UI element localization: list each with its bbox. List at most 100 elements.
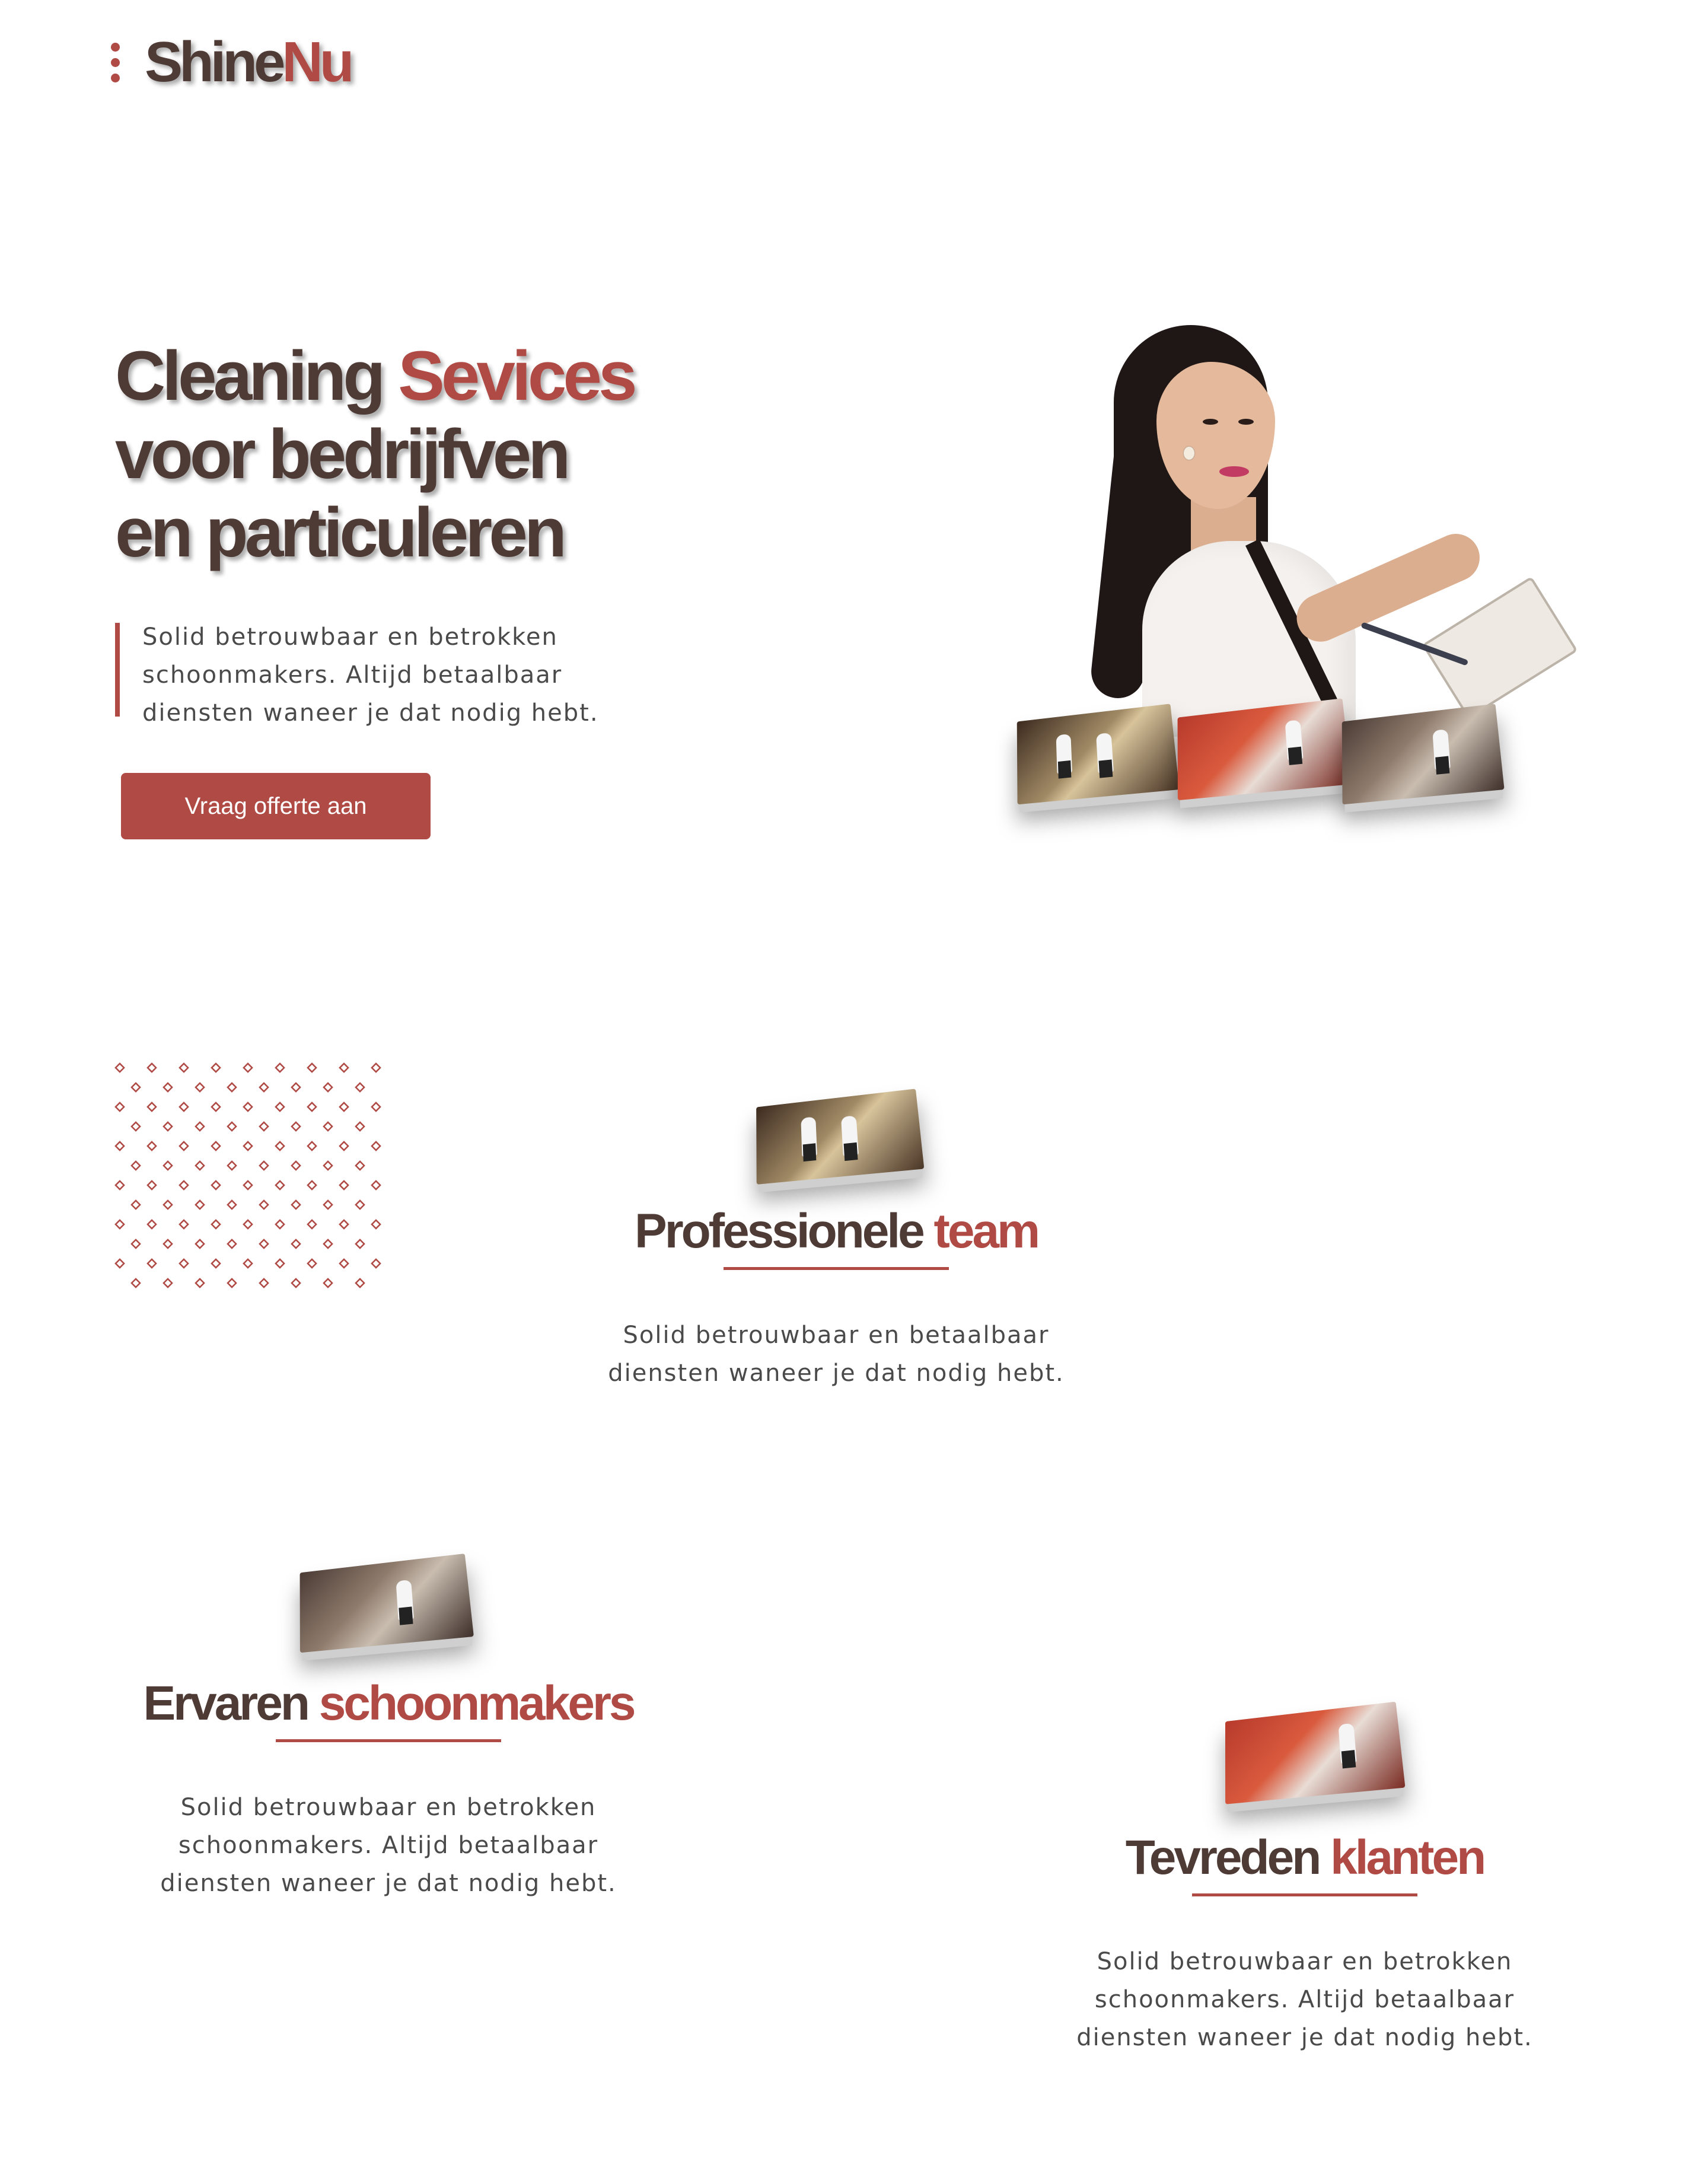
feature-photo-team — [756, 1088, 925, 1185]
pattern-dot — [371, 1180, 381, 1191]
pattern-dot — [179, 1258, 189, 1269]
pattern-dot — [307, 1258, 317, 1269]
pattern-dot — [243, 1180, 253, 1191]
pattern-dot — [355, 1121, 365, 1132]
pattern-dot — [371, 1219, 381, 1230]
pattern-dot — [339, 1102, 349, 1112]
pattern-dot — [275, 1062, 285, 1073]
pattern-dot — [146, 1062, 157, 1073]
hero-title-word-services: Sevices — [398, 337, 638, 415]
pattern-dot — [355, 1199, 365, 1210]
pattern-dot — [162, 1278, 173, 1288]
pattern-dot — [114, 1219, 125, 1230]
pattern-dot — [195, 1278, 205, 1288]
pattern-dot — [323, 1278, 333, 1288]
feature-title-underline — [1192, 1893, 1417, 1896]
pattern-dot — [259, 1121, 269, 1132]
pattern-dot — [259, 1278, 269, 1288]
pattern-dot — [307, 1062, 317, 1073]
pattern-dot — [275, 1258, 285, 1269]
hero-title-word-cleaning: Cleaning — [115, 337, 399, 415]
hero-intro-line: schoonmakers. Altijd betaalbaar — [142, 661, 563, 689]
hero-title-line-3: en particuleren — [115, 494, 567, 572]
feature-title-underline — [724, 1267, 949, 1270]
pattern-dot — [130, 1082, 141, 1093]
pattern-dot — [179, 1219, 189, 1230]
pattern-dot — [243, 1141, 253, 1151]
pattern-dot — [259, 1199, 269, 1210]
pattern-dot — [146, 1102, 157, 1112]
pattern-dot — [146, 1219, 157, 1230]
pattern-dot — [114, 1180, 125, 1191]
pattern-dot — [114, 1258, 125, 1269]
feature-title: Ervaren schoonmakers — [143, 1676, 636, 1730]
pattern-dot — [227, 1199, 237, 1210]
hero-title: Cleaning Sevices voor bedrijfven en part… — [115, 337, 638, 572]
pattern-dot — [291, 1082, 301, 1093]
pattern-dot — [211, 1219, 221, 1230]
decorative-dot-pattern — [113, 1062, 391, 1293]
feature-satisfied-clients: Tevreden klanten Solid betrouwbaar en be… — [1056, 1829, 1554, 2057]
pattern-dot — [195, 1239, 205, 1249]
feature-title: Tevreden klanten — [1125, 1831, 1486, 1885]
pattern-dot — [323, 1199, 333, 1210]
pattern-dot — [323, 1239, 333, 1249]
pattern-dot — [355, 1278, 365, 1288]
brand-logo[interactable]: ShineNu — [145, 30, 354, 95]
pattern-dot — [355, 1082, 365, 1093]
hero-illustration — [967, 325, 1595, 840]
pattern-dot — [259, 1239, 269, 1249]
pattern-dot — [355, 1160, 365, 1171]
pattern-dot — [323, 1160, 333, 1171]
pattern-dot — [243, 1102, 253, 1112]
pattern-dot — [227, 1278, 237, 1288]
pattern-dot — [291, 1160, 301, 1171]
pattern-dot — [291, 1239, 301, 1249]
pattern-dot — [339, 1141, 349, 1151]
pattern-dot — [227, 1082, 237, 1093]
feature-title: Professionele team — [635, 1204, 1040, 1258]
pattern-dot — [162, 1121, 173, 1132]
landing-page: ShineNu Cleaning Sevices voor bedrijfven… — [0, 0, 1708, 2158]
pattern-dot — [259, 1160, 269, 1171]
pattern-dot — [114, 1062, 125, 1073]
feature-description: Solid betrouwbaar en betrokken schoonmak… — [1076, 1948, 1533, 2051]
feature-experienced-cleaners: Ervaren schoonmakers Solid betrouwbaar e… — [136, 1675, 640, 1902]
pattern-dot — [179, 1062, 189, 1073]
request-quote-button[interactable]: Vraag offerte aan — [121, 773, 431, 839]
pattern-dot — [195, 1160, 205, 1171]
pattern-dot — [162, 1082, 173, 1093]
pattern-dot — [307, 1102, 317, 1112]
hero-intro: Solid betrouwbaar en betrokken schoonmak… — [115, 623, 599, 727]
pattern-dot — [114, 1102, 125, 1112]
pattern-dot — [291, 1278, 301, 1288]
pattern-dot — [227, 1239, 237, 1249]
pattern-dot — [307, 1219, 317, 1230]
pattern-dot — [291, 1121, 301, 1132]
feature-description: Solid betrouwbaar en betrokken schoonmak… — [160, 1794, 617, 1897]
pattern-dot — [162, 1160, 173, 1171]
pattern-dot — [339, 1180, 349, 1191]
feature-title-underline — [276, 1739, 501, 1742]
pattern-dot — [195, 1199, 205, 1210]
pattern-dot — [275, 1180, 285, 1191]
pattern-dot — [130, 1199, 141, 1210]
pattern-dot — [195, 1121, 205, 1132]
pattern-dot — [162, 1239, 173, 1249]
pattern-dot — [275, 1102, 285, 1112]
feature-photo-clients — [1225, 1701, 1406, 1804]
hero-intro-line: diensten waneer je dat nodig hebt. — [142, 699, 599, 727]
pattern-dot — [371, 1258, 381, 1269]
logo-text-nu: Nu — [282, 30, 354, 94]
pattern-dot — [371, 1102, 381, 1112]
vertical-dots-icon[interactable] — [111, 43, 120, 83]
pattern-dot — [243, 1219, 253, 1230]
pattern-dot — [307, 1180, 317, 1191]
pattern-dot — [130, 1278, 141, 1288]
pattern-dot — [323, 1082, 333, 1093]
pattern-dot — [339, 1219, 349, 1230]
pattern-dot — [211, 1062, 221, 1073]
pattern-dot — [243, 1258, 253, 1269]
pattern-dot — [179, 1102, 189, 1112]
pattern-dot — [114, 1141, 125, 1151]
